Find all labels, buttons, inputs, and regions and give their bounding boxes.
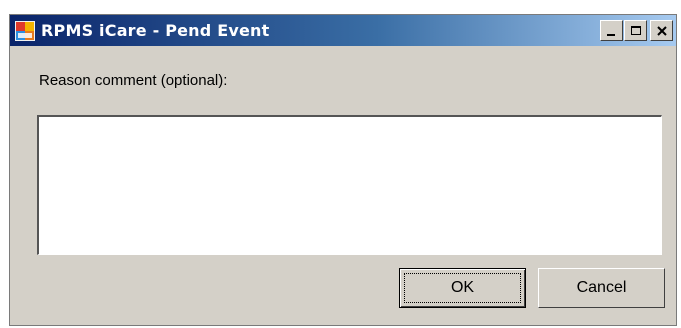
cancel-button-label: Cancel: [576, 279, 627, 296]
minimize-icon: [606, 33, 615, 36]
window-title: RPMS iCare - Pend Event: [41, 21, 270, 40]
close-icon: [656, 25, 667, 36]
reason-comment-input[interactable]: [37, 115, 662, 255]
minimize-button[interactable]: [600, 20, 623, 41]
maximize-icon: [630, 25, 641, 35]
focus-ring: [404, 273, 521, 303]
pend-event-dialog: RPMS iCare - Pend Event Reason comment (…: [9, 14, 677, 326]
ok-button[interactable]: OK: [399, 268, 526, 308]
rpms-icare-app-icon: [15, 21, 35, 41]
close-button[interactable]: [650, 20, 673, 41]
maximize-button[interactable]: [624, 20, 647, 41]
caption-buttons: [599, 20, 673, 41]
title-bar[interactable]: RPMS iCare - Pend Event: [10, 15, 676, 46]
comment-label: Reason comment (optional):: [39, 72, 228, 89]
cancel-button[interactable]: Cancel: [538, 268, 665, 308]
